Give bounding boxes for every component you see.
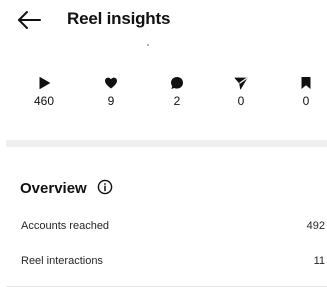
row-label: Reel interactions: [21, 255, 103, 267]
row-value: 11: [313, 255, 325, 267]
metric-likes[interactable]: 9: [91, 76, 131, 112]
overview-row-accounts-reached[interactable]: Accounts reached 492: [0, 217, 327, 239]
metric-value: 460: [33, 94, 55, 108]
row-value: 492: [306, 220, 325, 232]
page-title: Reel insights: [67, 9, 171, 28]
overview-title: Overview: [20, 180, 87, 197]
heart-icon: [105, 77, 117, 89]
row-label: Accounts reached: [21, 220, 110, 232]
metric-comments[interactable]: 2: [157, 76, 197, 112]
share-icon: [234, 77, 248, 90]
section-divider: [6, 140, 327, 147]
header: Reel insights: [0, 0, 327, 44]
bookmark-icon: [301, 77, 311, 89]
info-icon[interactable]: [97, 179, 113, 195]
metrics-row: 460 9 2 0 0: [0, 76, 327, 112]
metric-value: 9: [107, 94, 115, 108]
metric-value: 0: [302, 94, 310, 108]
metric-value: 2: [173, 94, 181, 108]
metric-shares[interactable]: 0: [221, 76, 261, 112]
metric-saves[interactable]: 0: [286, 76, 326, 112]
comment-icon: [171, 77, 183, 89]
loading-dot: [147, 44, 149, 46]
arrow-left-icon: [18, 11, 41, 29]
metric-value: 0: [237, 94, 245, 108]
overview-row-reel-interactions[interactable]: Reel interactions 11: [0, 252, 327, 274]
back-button[interactable]: [16, 8, 44, 32]
play-icon: [39, 77, 50, 89]
metric-plays[interactable]: 460: [24, 76, 64, 112]
